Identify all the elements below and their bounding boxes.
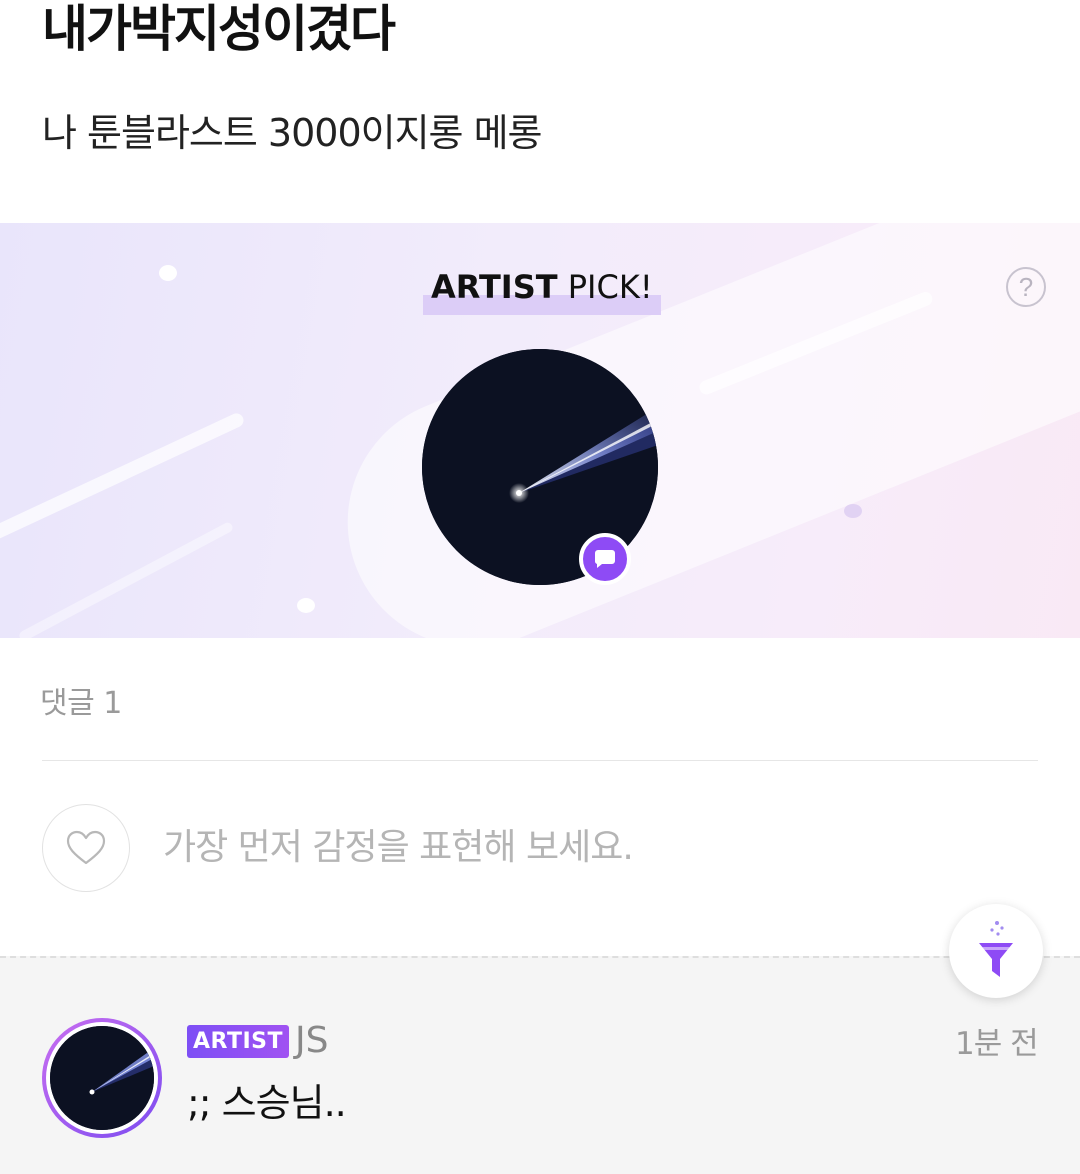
artist-pick-banner: ARTIST PICK! ? (0, 223, 1080, 638)
meteor-image (50, 1026, 154, 1130)
reaction-prompt[interactable]: 가장 먼저 감정을 표현해 보세요. (163, 826, 634, 870)
artist-badge: ARTIST (187, 1025, 289, 1058)
artist-pick-strong: ARTIST (431, 268, 558, 306)
post-body: 나 툰블라스트 3000이지롱 메롱 (42, 111, 543, 155)
banner-decoration (844, 504, 862, 518)
divider (42, 760, 1038, 761)
banner-decoration (0, 411, 246, 547)
banner-decoration (297, 598, 315, 613)
banner-decoration (159, 265, 177, 281)
artist-pick-label: ARTIST PICK! (423, 267, 661, 315)
question-circle-icon[interactable]: ? (1006, 267, 1046, 307)
filter-button[interactable] (949, 904, 1043, 998)
comment-author[interactable]: JS (295, 1019, 328, 1063)
banner-decoration (17, 520, 235, 638)
heart-outline-icon (66, 830, 106, 865)
funnel-icon (979, 921, 1013, 977)
artist-pick-rest: PICK! (557, 268, 653, 306)
comment-text: ;; 스승님.. (187, 1081, 347, 1125)
post-title: 내가박지성이겼다 (42, 0, 396, 58)
comments-area (0, 956, 1080, 1174)
speech-bubble-icon (594, 550, 615, 568)
chat-badge[interactable] (579, 533, 631, 585)
like-button[interactable] (42, 804, 130, 892)
comment-timestamp: 1분 전 (955, 1026, 1039, 1062)
commenter-avatar[interactable] (42, 1018, 162, 1138)
comment-count: 댓글 1 (40, 686, 122, 721)
